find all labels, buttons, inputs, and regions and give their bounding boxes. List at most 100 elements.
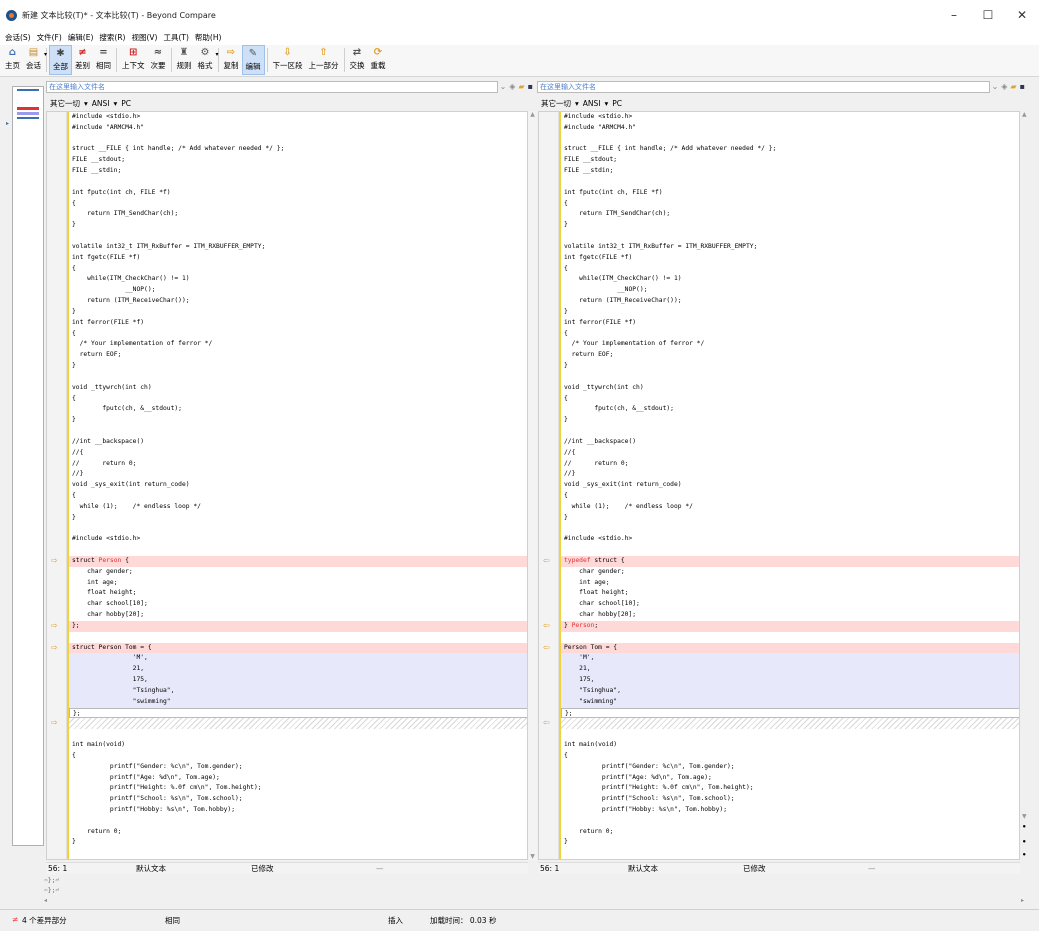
right-code-line[interactable]: Person Tom = { [561,642,1019,654]
chevron-down-icon[interactable]: ▾ [215,51,218,58]
right-vertical-scrollbar[interactable]: ▲ ▼ • • • [1018,111,1032,860]
left-code-line[interactable]: } [69,415,527,426]
right-code-line[interactable]: 21, [561,664,1019,676]
right-code-line[interactable]: { [561,751,1019,762]
home-button[interactable]: ⌂ 主页 [2,45,23,75]
left-code-line[interactable]: #include "ARMCM4.h" [69,123,527,134]
right-code-line[interactable]: FILE __stdout; [561,155,1019,166]
left-code-line[interactable]: int fputc(int ch, FILE *f) [69,188,527,199]
left-text-pane[interactable]: #include <stdio.h> #include "ARMCM4.h" str… [46,111,528,860]
right-code-line[interactable]: //int __backspace() [561,437,1019,448]
right-code-line[interactable] [561,372,1019,383]
right-path-dropdown-icon[interactable]: ⌄ [992,82,999,91]
left-code-line[interactable]: int age; [69,578,527,589]
right-code-line[interactable]: //} [561,469,1019,480]
left-code-line[interactable] [69,134,527,145]
right-code-line[interactable]: printf("School: %s\n", Tom.school); [561,794,1019,805]
right-code-line[interactable]: char gender; [561,567,1019,578]
left-code-line[interactable]: } [69,307,527,318]
right-code-line[interactable]: volatile int32_t ITM_RxBuffer = ITM_RXBU… [561,242,1019,253]
right-path-input[interactable]: 在这里输入文件名 [537,80,990,93]
menu-edit[interactable]: 编辑(E) [65,32,97,43]
left-code-line[interactable]: }; [69,707,527,719]
right-code-line[interactable]: int ferror(FILE *f) [561,318,1019,329]
right-code-line[interactable]: printf("Gender: %c\n", Tom.gender); [561,762,1019,773]
left-code-line[interactable]: "Tsinghua", [69,685,527,697]
left-code-line[interactable]: FILE __stdout; [69,155,527,166]
right-code-line[interactable]: typedef struct { [561,555,1019,567]
right-code-line[interactable]: return (ITM_ReceiveChar()); [561,296,1019,307]
right-text-pane[interactable]: #include <stdio.h> #include "ARMCM4.h" str… [538,111,1020,860]
left-code-line[interactable] [69,426,527,437]
menu-tools[interactable]: 工具(T) [160,32,191,43]
left-code-line[interactable]: 175, [69,675,527,686]
edit-button[interactable]: ✎ 编辑 [241,45,265,75]
right-code-line[interactable]: } [561,415,1019,426]
right-code-line[interactable]: { [561,491,1019,502]
scroll-right-icon[interactable]: ▸ [1021,897,1024,904]
right-code-line[interactable]: //{ [561,448,1019,459]
copy-to-left-arrow-icon[interactable]: ⇦ [543,621,550,630]
left-code-line[interactable]: FILE __stdin; [69,166,527,177]
left-vertical-scrollbar[interactable]: ▲ ▼ [528,111,537,860]
session-button[interactable]: ▤ 会话 ▾ [23,45,47,75]
left-encoding-filetype[interactable]: 其它一切 [50,98,80,109]
left-code-line[interactable]: #include <stdio.h> [69,112,527,123]
left-code-line[interactable]: char gender; [69,567,527,578]
left-code-line[interactable]: struct Person { [69,555,527,567]
copy-to-right-arrow-icon[interactable]: ⇨ [51,718,58,727]
right-code-line[interactable]: int fgetc(FILE *f) [561,253,1019,264]
left-code-line[interactable]: 21, [69,664,527,676]
menu-session[interactable]: 会话(S) [2,32,34,43]
left-code-line[interactable]: char school[10]; [69,599,527,610]
left-code-line[interactable]: fputc(ch, &__stdout); [69,404,527,415]
menu-help[interactable]: 帮助(H) [192,32,225,43]
right-code-line[interactable]: { [561,394,1019,405]
right-code-line[interactable]: }; [561,707,1019,719]
right-code-line[interactable]: void _sys_exit(int return_code) [561,480,1019,491]
copy-to-left-arrow-icon[interactable]: ⇦ [543,718,550,727]
right-code-line[interactable]: float height; [561,588,1019,599]
left-encoding-charset[interactable]: ANSI [92,99,110,108]
left-code-line[interactable] [69,632,527,643]
left-code-line[interactable]: void _ttywrch(int ch) [69,383,527,394]
scroll-up-icon[interactable]: ▲ [1022,111,1027,118]
right-code-line[interactable]: 'M', [561,653,1019,665]
reload-button[interactable]: ⟳ 重载 [368,45,389,75]
right-code-line[interactable] [561,718,1019,730]
right-code-line[interactable]: char school[10]; [561,599,1019,610]
left-code-line[interactable]: void _sys_exit(int return_code) [69,480,527,491]
right-code-line[interactable]: 175, [561,675,1019,686]
left-code-line[interactable]: return (ITM_ReceiveChar()); [69,296,527,307]
left-code-line[interactable]: int main(void) [69,740,527,751]
right-code-line[interactable] [561,632,1019,643]
right-code-line[interactable]: FILE __stdin; [561,166,1019,177]
context-button[interactable]: ⊞ 上下文 [119,45,148,75]
right-code-line[interactable]: { [561,264,1019,275]
left-code-line[interactable]: while (1); /* endless loop */ [69,502,527,513]
left-path-dropdown-icon[interactable]: ⌄ [500,82,507,91]
right-code-line[interactable] [561,816,1019,827]
right-code-line[interactable]: // return 0; [561,459,1019,470]
left-browse-icon[interactable]: ◈ [509,82,515,91]
left-folder-icon[interactable]: ▰ [518,82,524,91]
left-code-line[interactable]: 'M', [69,653,527,665]
right-code-line[interactable]: } [561,513,1019,524]
right-code-line[interactable] [561,426,1019,437]
left-code-line[interactable] [69,729,527,740]
left-code-line[interactable]: float height; [69,588,527,599]
right-code-line[interactable]: struct __FILE { int handle; /* Add whate… [561,144,1019,155]
left-code-line[interactable] [69,545,527,556]
left-code-line[interactable] [69,177,527,188]
left-code-line[interactable] [69,523,527,534]
menu-file[interactable]: 文件(F) [34,32,65,43]
copy-to-left-arrow-icon[interactable]: ⇦ [543,556,550,565]
left-code-line[interactable] [69,231,527,242]
left-code-line[interactable]: printf("Hobby: %s\n", Tom.hobby); [69,805,527,816]
left-code-line[interactable]: while(ITM_CheckChar() != 1) [69,274,527,285]
copy-button[interactable]: ⇨ 复制 [221,45,242,75]
copy-to-right-arrow-icon[interactable]: ⇨ [51,643,58,652]
left-code-line[interactable]: volatile int32_t ITM_RxBuffer = ITM_RXBU… [69,242,527,253]
right-code-line[interactable]: "Tsinghua", [561,685,1019,697]
left-code-line[interactable]: { [69,394,527,405]
